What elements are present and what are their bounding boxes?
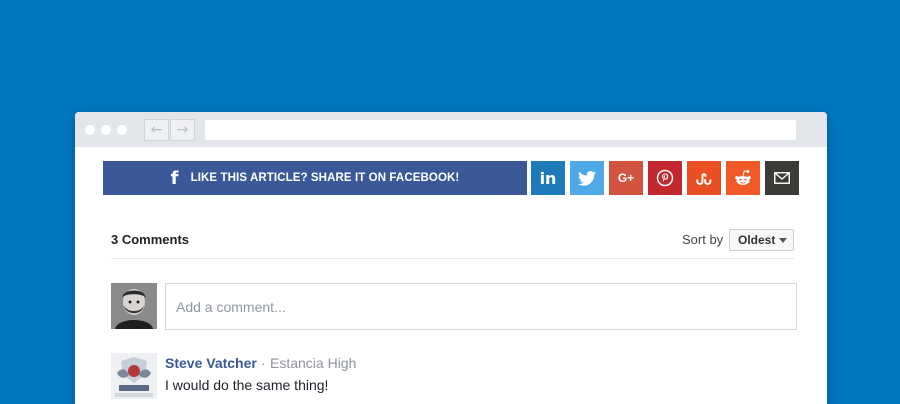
reddit-share-button[interactable] <box>726 161 760 195</box>
pinterest-icon <box>656 169 674 187</box>
browser-titlebar: ← → <box>75 112 827 147</box>
comment-separator: · <box>261 355 266 371</box>
reddit-icon <box>735 169 751 185</box>
email-icon <box>774 172 790 184</box>
window-dot-icon[interactable] <box>101 125 111 135</box>
stumbleupon-share-button[interactable] <box>687 161 721 195</box>
linkedin-share-button[interactable]: in <box>531 161 565 195</box>
facebook-share-button[interactable]: f LIKE THIS ARTICLE? SHARE IT ON FACEBOO… <box>103 161 527 195</box>
pinterest-share-button[interactable] <box>648 161 682 195</box>
comments-header: 3 Comments Sort by Oldest <box>111 229 794 259</box>
facebook-icon: f <box>170 167 179 189</box>
email-share-button[interactable] <box>765 161 799 195</box>
chevron-down-icon <box>779 237 788 243</box>
comment-text: I would do the same thing! <box>165 377 329 393</box>
google-plus-icon: G+ <box>617 171 635 185</box>
sort-value: Oldest <box>738 233 776 247</box>
twitter-icon <box>578 170 596 186</box>
forward-arrow-icon[interactable]: → <box>170 119 195 141</box>
address-bar[interactable] <box>205 120 796 140</box>
linkedin-icon: in <box>539 168 557 188</box>
comment-item: Steve Vatcher · Estancia High I would do… <box>111 353 794 404</box>
window-dot-icon[interactable] <box>117 125 127 135</box>
back-arrow-icon[interactable]: ← <box>144 119 169 141</box>
sort-dropdown[interactable]: Oldest <box>729 229 794 251</box>
commenter-avatar <box>111 353 157 399</box>
sort-by-label: Sort by <box>682 232 724 247</box>
stumbleupon-icon <box>696 173 712 185</box>
facebook-share-label: LIKE THIS ARTICLE? SHARE IT ON FACEBOOK! <box>190 172 460 184</box>
add-comment-input[interactable] <box>165 283 797 330</box>
comment-author[interactable]: Steve Vatcher <box>165 355 257 371</box>
window-dot-icon[interactable] <box>85 125 95 135</box>
google-plus-share-button[interactable]: G+ <box>609 161 643 195</box>
twitter-share-button[interactable] <box>570 161 604 195</box>
current-user-avatar <box>111 283 157 329</box>
share-bar: f LIKE THIS ARTICLE? SHARE IT ON FACEBOO… <box>103 161 800 195</box>
browser-window: ← → f LIKE THIS ARTICLE? SHARE IT ON FAC… <box>75 112 827 404</box>
comment-count: 3 Comments <box>111 232 190 247</box>
comment-affiliation: Estancia High <box>270 355 357 371</box>
